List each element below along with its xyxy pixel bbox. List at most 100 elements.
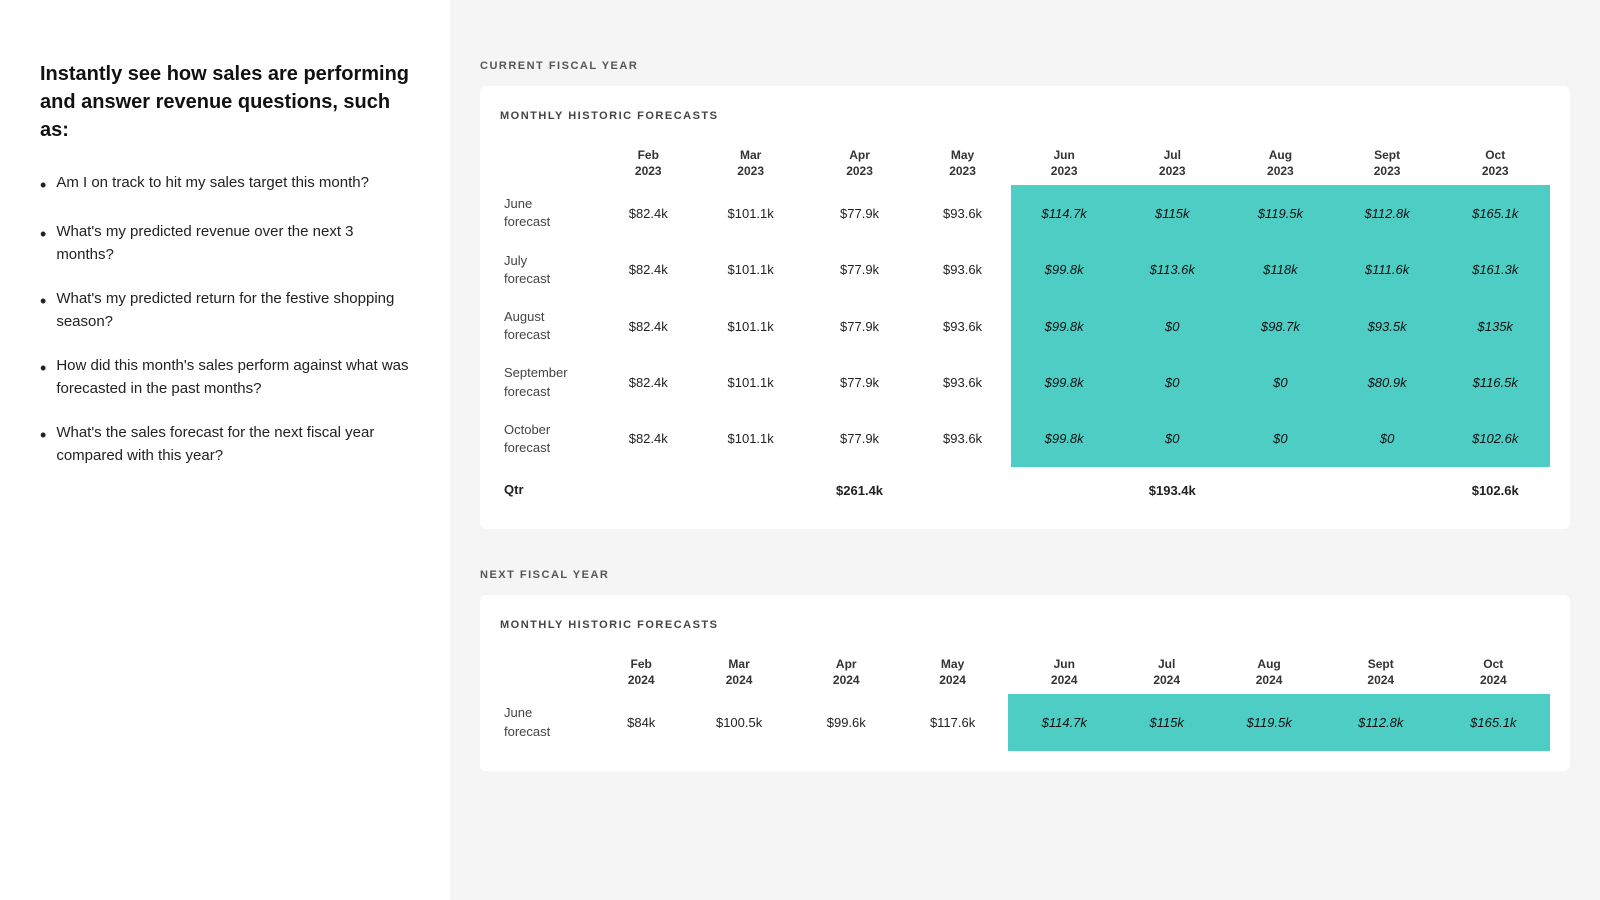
qtr-cell-0 [600,467,697,509]
qtr-cell-3 [914,467,1011,509]
cell-1-3: $93.6k [914,242,1011,298]
cell-4-1: $101.1k [697,411,805,467]
bullet-item-0: Am I on track to hit my sales target thi… [40,172,410,199]
cell-0-7: $112.8k [1325,694,1437,750]
section-label-1: NEXT FISCAL YEAR [480,569,1570,581]
cell-2-7: $93.5k [1334,298,1441,354]
cell-0-5: $115k [1118,185,1228,241]
cell-0-8: $165.1k [1437,694,1550,750]
cell-0-4: $114.7k [1011,185,1118,241]
cell-0-3: $93.6k [914,185,1011,241]
table-card-0: MONTHLY HISTORIC FORECASTSFeb2023Mar2023… [480,86,1570,529]
cell-3-6: $0 [1227,354,1334,410]
cell-0-1: $100.5k [682,694,795,750]
cell-3-3: $93.6k [914,354,1011,410]
qtr-cell-1 [697,467,805,509]
cell-1-0: $82.4k [600,242,697,298]
cell-1-1: $101.1k [697,242,805,298]
qtr-cell-6 [1227,467,1334,509]
table-row-3: Septemberforecast$82.4k$101.1k$77.9k$93.… [500,354,1550,410]
cell-0-2: $77.9k [805,185,915,241]
cell-2-0: $82.4k [600,298,697,354]
cell-1-8: $161.3k [1440,242,1550,298]
cell-1-5: $113.6k [1118,242,1228,298]
right-panel: CURRENT FISCAL YEAR MONTHLY HISTORIC FORE… [450,0,1600,900]
col-header-3: May2023 [914,142,1011,185]
col-header-7: Sept2023 [1334,142,1441,185]
cell-0-6: $119.5k [1227,185,1334,241]
cell-2-6: $98.7k [1227,298,1334,354]
col-header-8: Oct2023 [1440,142,1550,185]
row-label-2: Augustforecast [500,298,600,354]
bullet-item-1: What's my predicted revenue over the nex… [40,221,410,266]
cell-4-4: $99.8k [1011,411,1118,467]
cell-0-0: $82.4k [600,185,697,241]
qtr-cell-4 [1011,467,1118,509]
cell-0-0: $84k [600,694,682,750]
cell-3-2: $77.9k [805,354,915,410]
col-header-0: Feb2024 [600,651,682,694]
cell-3-8: $116.5k [1440,354,1550,410]
table-row-4: Octoberforecast$82.4k$101.1k$77.9k$93.6k… [500,411,1550,467]
col-header-empty [500,651,600,694]
row-label-0: Juneforecast [500,694,600,750]
row-label-4: Octoberforecast [500,411,600,467]
cell-1-7: $111.6k [1334,242,1441,298]
bullet-list: Am I on track to hit my sales target thi… [40,172,410,467]
cell-2-8: $135k [1440,298,1550,354]
row-label-1: Julyforecast [500,242,600,298]
cell-3-4: $99.8k [1011,354,1118,410]
qtr-cell-7 [1334,467,1441,509]
cell-1-4: $99.8k [1011,242,1118,298]
cell-0-4: $114.7k [1008,694,1120,750]
table-card-1: MONTHLY HISTORIC FORECASTS Feb2024Mar2024… [480,595,1570,771]
heading: Instantly see how sales are performing a… [40,60,410,144]
row-label-3: Septemberforecast [500,354,600,410]
col-header-2: Apr2024 [796,651,897,694]
col-header-3: May2024 [897,651,1009,694]
table-row-2: Augustforecast$82.4k$101.1k$77.9k$93.6k $… [500,298,1550,354]
col-header-7: Sept2024 [1325,651,1437,694]
col-header-5: Jul2024 [1120,651,1213,694]
cell-4-7: $0 [1334,411,1441,467]
cell-0-5: $115k [1120,694,1213,750]
cell-3-7: $80.9k [1334,354,1441,410]
col-header-2: Apr2023 [805,142,915,185]
bullet-item-3: How did this month's sales perform again… [40,355,410,400]
col-header-8: Oct2024 [1437,651,1550,694]
section-label-0: CURRENT FISCAL YEAR [480,60,1570,72]
cell-4-2: $77.9k [805,411,915,467]
cell-3-0: $82.4k [600,354,697,410]
cell-2-3: $93.6k [914,298,1011,354]
bullet-item-4: What's the sales forecast for the next f… [40,422,410,467]
table-row-0: Juneforecast$82.4k$101.1k$77.9k$93.6k$11… [500,185,1550,241]
cell-2-2: $77.9k [805,298,915,354]
cell-0-1: $101.1k [697,185,805,241]
cell-2-5: $0 [1118,298,1228,354]
col-header-1: Mar2024 [682,651,795,694]
col-header-0: Feb2023 [600,142,697,185]
cell-4-0: $82.4k [600,411,697,467]
col-header-4: Jun2023 [1011,142,1118,185]
cell-0-3: $117.6k [897,694,1009,750]
row-label-0: Juneforecast [500,185,600,241]
cell-4-8: $102.6k [1440,411,1550,467]
table-card-title-0: MONTHLY HISTORIC FORECASTS [500,110,1550,122]
cell-4-3: $93.6k [914,411,1011,467]
bullet-item-2: What's my predicted return for the festi… [40,288,410,333]
left-panel: Instantly see how sales are performing a… [0,0,450,900]
qtr-row: Qtr$261.4k$193.4k$102.6k [500,467,1550,509]
cell-0-6: $119.5k [1213,694,1325,750]
forecast-table-1: Feb2024Mar2024Apr2024May2024Jun2024Jul20… [500,651,1550,751]
cell-0-7: $112.8k [1334,185,1441,241]
qtr-cell-8: $102.6k [1440,467,1550,509]
cell-1-2: $77.9k [805,242,915,298]
cell-2-1: $101.1k [697,298,805,354]
table-card-title-1: MONTHLY HISTORIC FORECASTS [500,619,1550,631]
col-header-6: Aug2023 [1227,142,1334,185]
cell-3-5: $0 [1118,354,1228,410]
cell-0-8: $165.1k [1440,185,1550,241]
table-row-1: Julyforecast$82.4k$101.1k$77.9k$93.6k$99… [500,242,1550,298]
cell-4-5: $0 [1118,411,1228,467]
col-header-6: Aug2024 [1213,651,1325,694]
